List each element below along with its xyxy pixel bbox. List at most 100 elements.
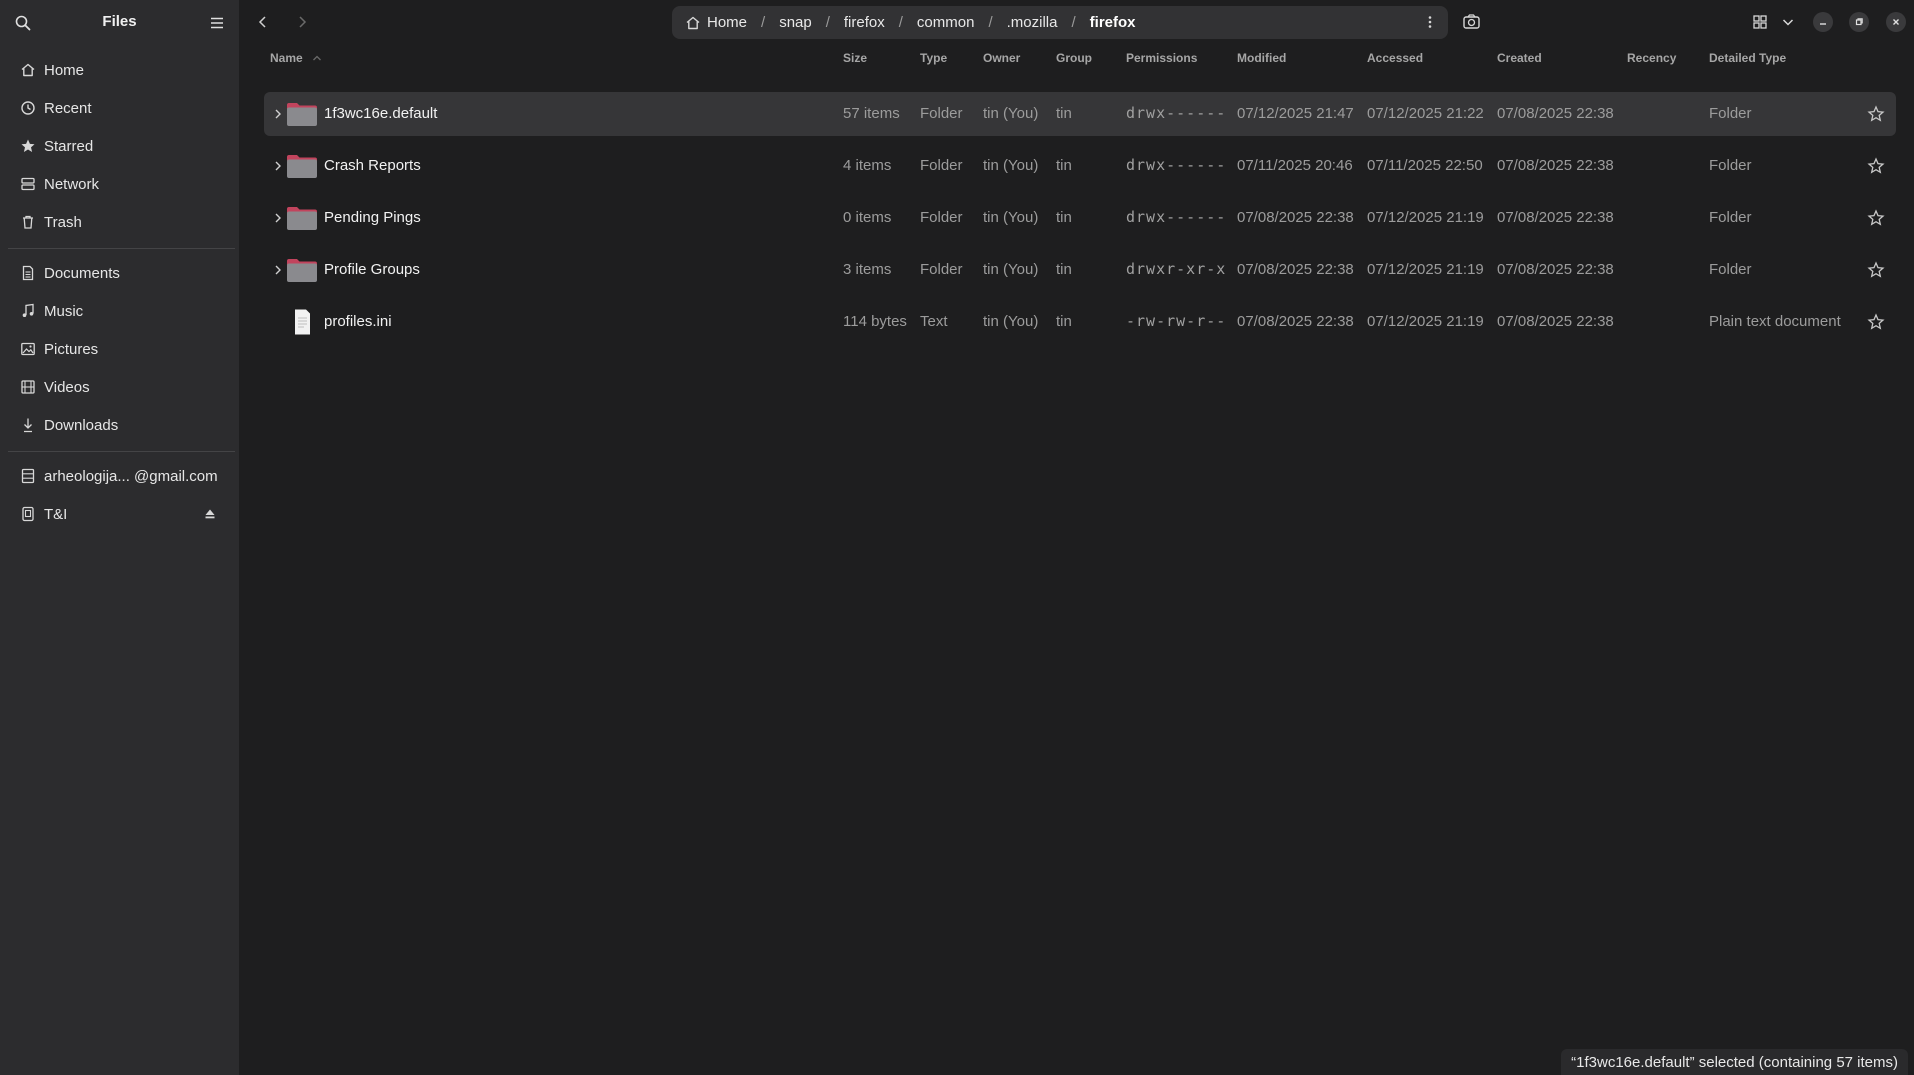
file-size: 3 items bbox=[843, 261, 892, 278]
column-header-owner[interactable]: Owner bbox=[983, 51, 1020, 65]
music-icon bbox=[20, 303, 36, 319]
restore-button[interactable] bbox=[1849, 12, 1869, 32]
star-icon[interactable] bbox=[1867, 313, 1885, 331]
breadcrumb-snap[interactable]: snap bbox=[779, 14, 812, 31]
file-owner: tin (You) bbox=[983, 105, 1039, 122]
file-row[interactable]: Pending Pings 0 items Folder tin (You) t… bbox=[264, 196, 1896, 240]
column-header-size[interactable]: Size bbox=[843, 51, 867, 65]
chevron-right-icon[interactable] bbox=[272, 106, 284, 122]
sidebar-item-label: Starred bbox=[44, 137, 94, 155]
drive-icon bbox=[20, 506, 36, 522]
sidebar-item-home[interactable]: Home bbox=[12, 53, 226, 87]
sidebar-item-trash[interactable]: Trash bbox=[12, 205, 226, 239]
sidebar-item-pictures[interactable]: Pictures bbox=[12, 332, 226, 366]
file-permissions: drwx------ bbox=[1126, 104, 1227, 122]
column-header-name[interactable]: Name bbox=[270, 51, 322, 65]
file-modified: 07/12/2025 21:47 bbox=[1237, 105, 1354, 122]
file-group: tin bbox=[1056, 313, 1072, 330]
file-name: Crash Reports bbox=[324, 157, 421, 174]
file-permissions: drwxr-xr-x bbox=[1126, 260, 1227, 278]
file-row[interactable]: profiles.ini 114 bytes Text tin (You) ti… bbox=[264, 300, 1896, 344]
file-owner: tin (You) bbox=[983, 157, 1039, 174]
forward-button[interactable] bbox=[292, 12, 312, 32]
column-header-type[interactable]: Type bbox=[920, 51, 947, 65]
column-header-created[interactable]: Created bbox=[1497, 51, 1542, 65]
search-location-button[interactable] bbox=[1462, 12, 1482, 32]
breadcrumb-common[interactable]: common bbox=[917, 14, 975, 31]
camera-search-icon bbox=[1463, 14, 1480, 29]
breadcrumb-firefox[interactable]: firefox bbox=[844, 14, 885, 31]
star-icon[interactable] bbox=[1867, 261, 1885, 279]
file-name: Profile Groups bbox=[324, 261, 420, 278]
column-header-group[interactable]: Group bbox=[1056, 51, 1092, 65]
clock-icon bbox=[20, 100, 36, 116]
file-row[interactable]: 1f3wc16e.default 57 items Folder tin (Yo… bbox=[264, 92, 1896, 136]
file-detailed-type: Folder bbox=[1709, 157, 1752, 174]
sidebar-item-label: Home bbox=[44, 61, 85, 79]
minimize-button[interactable] bbox=[1813, 12, 1833, 32]
file-owner: tin (You) bbox=[983, 313, 1039, 330]
sidebar-item-starred[interactable]: Starred bbox=[12, 129, 226, 163]
column-header-recency[interactable]: Recency bbox=[1627, 51, 1676, 65]
sidebar-item-label: Downloads bbox=[44, 416, 119, 434]
star-icon[interactable] bbox=[1867, 209, 1885, 227]
eject-icon[interactable] bbox=[204, 507, 216, 519]
file-type: Folder bbox=[920, 157, 963, 174]
view-grid-button[interactable] bbox=[1750, 12, 1770, 32]
back-button[interactable] bbox=[253, 12, 273, 32]
star-icon[interactable] bbox=[1867, 105, 1885, 123]
sidebar-item-label: Trash bbox=[44, 213, 82, 231]
more-options-icon[interactable] bbox=[1422, 14, 1438, 30]
sidebar-item-music[interactable]: Music bbox=[12, 294, 226, 328]
sidebar: Files Home Recent Starred Network Trash … bbox=[0, 0, 239, 1075]
file-detailed-type: Folder bbox=[1709, 209, 1752, 226]
column-header-detailed-type[interactable]: Detailed Type bbox=[1709, 51, 1786, 65]
chevron-right-icon[interactable] bbox=[272, 210, 284, 226]
column-header-modified[interactable]: Modified bbox=[1237, 51, 1286, 65]
sidebar-item-videos[interactable]: Videos bbox=[12, 370, 226, 404]
file-name: Pending Pings bbox=[324, 209, 421, 226]
file-row[interactable]: Crash Reports 4 items Folder tin (You) t… bbox=[264, 144, 1896, 188]
view-options-dropdown[interactable] bbox=[1778, 12, 1798, 32]
file-group: tin bbox=[1056, 209, 1072, 226]
file-owner: tin (You) bbox=[983, 209, 1039, 226]
close-button[interactable] bbox=[1886, 12, 1906, 32]
file-owner: tin (You) bbox=[983, 261, 1039, 278]
chevron-right-icon[interactable] bbox=[272, 262, 284, 278]
hamburger-menu-icon[interactable] bbox=[208, 14, 226, 32]
file-size: 0 items bbox=[843, 209, 892, 226]
app-title: Files bbox=[102, 13, 137, 30]
file-modified: 07/11/2025 20:46 bbox=[1237, 157, 1353, 174]
sidebar-divider bbox=[8, 248, 235, 249]
sidebar-item-label: arheologija... @gmail.com bbox=[44, 467, 218, 485]
sidebar-item-drive[interactable]: T&I bbox=[12, 497, 226, 531]
file-row[interactable]: Profile Groups 3 items Folder tin (You) … bbox=[264, 248, 1896, 292]
file-detailed-type: Plain text document bbox=[1709, 313, 1841, 330]
file-created: 07/08/2025 22:38 bbox=[1497, 105, 1614, 122]
file-detailed-type: Folder bbox=[1709, 261, 1752, 278]
column-header-permissions[interactable]: Permissions bbox=[1126, 51, 1197, 65]
breadcrumb-mozilla[interactable]: .mozilla bbox=[1007, 14, 1058, 31]
star-icon[interactable] bbox=[1867, 157, 1885, 175]
sidebar-item-recent[interactable]: Recent bbox=[12, 91, 226, 125]
folder-icon bbox=[286, 205, 318, 231]
chevron-right-icon[interactable] bbox=[272, 158, 284, 174]
file-modified: 07/08/2025 22:38 bbox=[1237, 261, 1354, 278]
sidebar-item-downloads[interactable]: Downloads bbox=[12, 408, 226, 442]
path-bar[interactable]: Home / snap / firefox / common / .mozill… bbox=[672, 6, 1448, 39]
sidebar-item-online-account[interactable]: arheologija... @gmail.com bbox=[12, 459, 226, 493]
folder-icon bbox=[286, 153, 318, 179]
breadcrumb-separator: / bbox=[825, 14, 830, 31]
file-permissions: drwx------ bbox=[1126, 156, 1227, 174]
column-header-accessed[interactable]: Accessed bbox=[1367, 51, 1423, 65]
sidebar-item-documents[interactable]: Documents bbox=[12, 256, 226, 290]
file-group: tin bbox=[1056, 105, 1072, 122]
selection-status: “1f3wc16e.default” selected (containing … bbox=[1561, 1049, 1908, 1075]
breadcrumb-separator: / bbox=[988, 14, 993, 31]
home-icon bbox=[686, 16, 700, 29]
file-created: 07/08/2025 22:38 bbox=[1497, 157, 1614, 174]
breadcrumb-home[interactable]: Home bbox=[685, 14, 747, 31]
sidebar-item-network[interactable]: Network bbox=[12, 167, 226, 201]
breadcrumb-separator: / bbox=[1071, 14, 1076, 31]
breadcrumb-current[interactable]: firefox bbox=[1090, 14, 1136, 31]
